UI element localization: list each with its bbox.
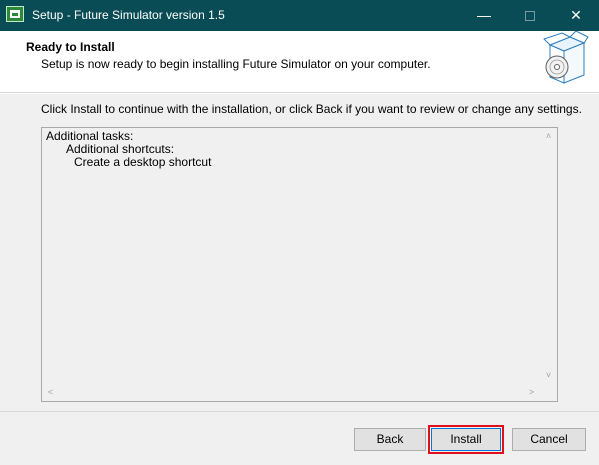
maximize-button[interactable] [507, 0, 553, 31]
cancel-button[interactable]: Cancel [512, 428, 586, 451]
installer-app-icon [6, 6, 24, 22]
install-button[interactable]: Install [428, 425, 504, 454]
scroll-right-icon[interactable]: > [523, 384, 540, 401]
close-button[interactable]: ✕ [553, 0, 599, 31]
install-box-disc-icon [543, 31, 589, 84]
horizontal-scrollbar[interactable]: < > [42, 384, 540, 401]
minimize-button[interactable]: — [461, 0, 507, 31]
ready-memo-box[interactable]: Additional tasks: Additional shortcuts: … [41, 127, 558, 402]
wizard-body: Click Install to continue with the insta… [0, 94, 599, 411]
memo-line-desktop-shortcut: Create a desktop shortcut [74, 155, 212, 169]
back-button[interactable]: Back [354, 428, 426, 451]
scroll-up-icon[interactable]: ˄ [540, 128, 557, 145]
window-title: Setup - Future Simulator version 1.5 [32, 8, 225, 22]
scroll-left-icon[interactable]: < [42, 384, 59, 401]
scroll-down-icon[interactable]: ˅ [540, 367, 557, 384]
vertical-scrollbar[interactable]: ˄ ˅ [540, 128, 557, 384]
wizard-header: Ready to Install Setup is now ready to b… [0, 31, 599, 93]
scrollbar-corner [540, 384, 557, 401]
install-instruction: Click Install to continue with the insta… [41, 102, 582, 116]
maximize-icon [525, 11, 535, 22]
page-subtitle: Setup is now ready to begin installing F… [41, 57, 431, 71]
title-bar[interactable]: Setup - Future Simulator version 1.5 — ✕ [0, 0, 599, 31]
page-title: Ready to Install [26, 40, 115, 54]
wizard-footer: Back Install Cancel [0, 411, 599, 465]
